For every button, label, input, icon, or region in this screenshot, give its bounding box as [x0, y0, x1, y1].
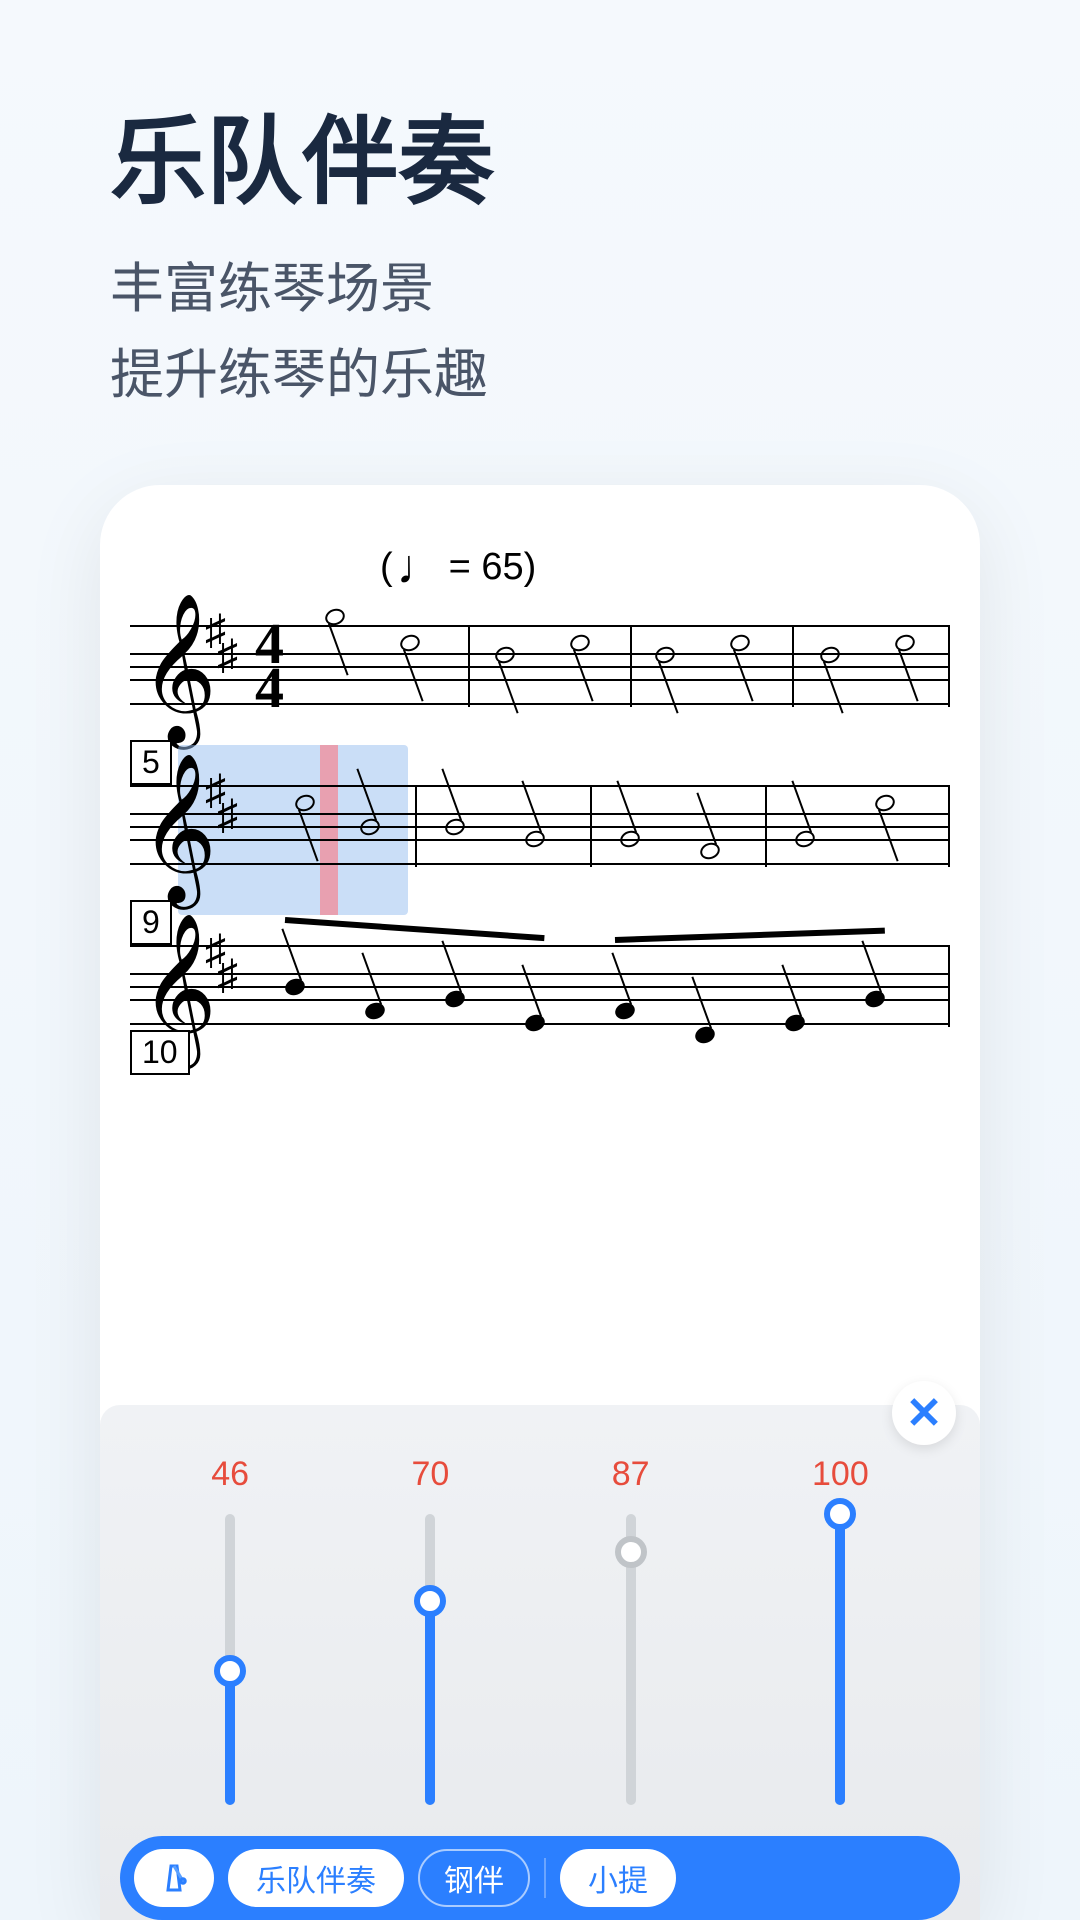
- staff-line-1: 𝄞 ♯♯ 44: [130, 625, 950, 705]
- slider-value-label: 100: [812, 1455, 869, 1494]
- phone-mockup: ( ♩ = 65) 𝄞 ♯♯ 44: [100, 485, 980, 1920]
- slider-value-label: 46: [211, 1455, 249, 1494]
- slider-track[interactable]: [626, 1514, 636, 1805]
- key-signature: ♯♯: [205, 777, 238, 827]
- violin-button[interactable]: 小提: [560, 1849, 676, 1907]
- subtitle-line-1: 丰富练琴场景: [110, 246, 970, 332]
- volume-slider-4[interactable]: 100: [812, 1455, 869, 1805]
- key-signature: ♯♯: [205, 617, 238, 667]
- bottom-toolbar: 乐队伴奏 钢伴 小提: [120, 1836, 960, 1920]
- page-title: 乐队伴奏: [110, 110, 970, 216]
- slider-value-label: 87: [612, 1455, 650, 1494]
- subtitle-line-2: 提升练琴的乐趣: [110, 332, 970, 418]
- measure-number-10: 10: [130, 1030, 190, 1075]
- slider-track[interactable]: [835, 1514, 845, 1805]
- slider-track[interactable]: [425, 1514, 435, 1805]
- piano-accompany-button[interactable]: 钢伴: [418, 1849, 530, 1907]
- slider-track[interactable]: [225, 1514, 235, 1805]
- close-icon: ✕: [906, 1388, 943, 1439]
- volume-slider-2[interactable]: 70: [411, 1455, 449, 1805]
- slider-value-label: 70: [411, 1455, 449, 1494]
- quarter-note-icon: ♩: [397, 540, 445, 595]
- page-header: 乐队伴奏 丰富练琴场景 提升练琴的乐趣: [0, 0, 1080, 458]
- sliders-container: 46 70 87 100: [100, 1405, 980, 1835]
- metronome-button[interactable]: [134, 1849, 214, 1907]
- sheet-music-area[interactable]: ( ♩ = 65) 𝄞 ♯♯ 44: [100, 485, 980, 1125]
- key-signature: ♯♯: [205, 937, 238, 987]
- close-button[interactable]: ✕: [892, 1381, 956, 1445]
- tempo-marking: ( ♩ = 65): [380, 540, 536, 595]
- accompaniment-button[interactable]: 乐队伴奏: [228, 1849, 404, 1907]
- volume-slider-1[interactable]: 46: [211, 1455, 249, 1805]
- staff-line-3: 9 𝄞 ♯♯: [130, 945, 950, 1025]
- mixer-panel: ✕ 46 70 87: [100, 1405, 980, 1920]
- page-subtitle: 丰富练琴场景 提升练琴的乐趣: [110, 246, 970, 419]
- tempo-value: = 65): [449, 546, 537, 589]
- tempo-paren: (: [380, 546, 393, 589]
- staff-line-2: 5 𝄞 ♯♯: [130, 785, 950, 865]
- volume-slider-3[interactable]: 87: [612, 1455, 650, 1805]
- toolbar-separator: [544, 1858, 546, 1898]
- time-signature: 44: [255, 622, 284, 709]
- metronome-icon: [156, 1860, 192, 1896]
